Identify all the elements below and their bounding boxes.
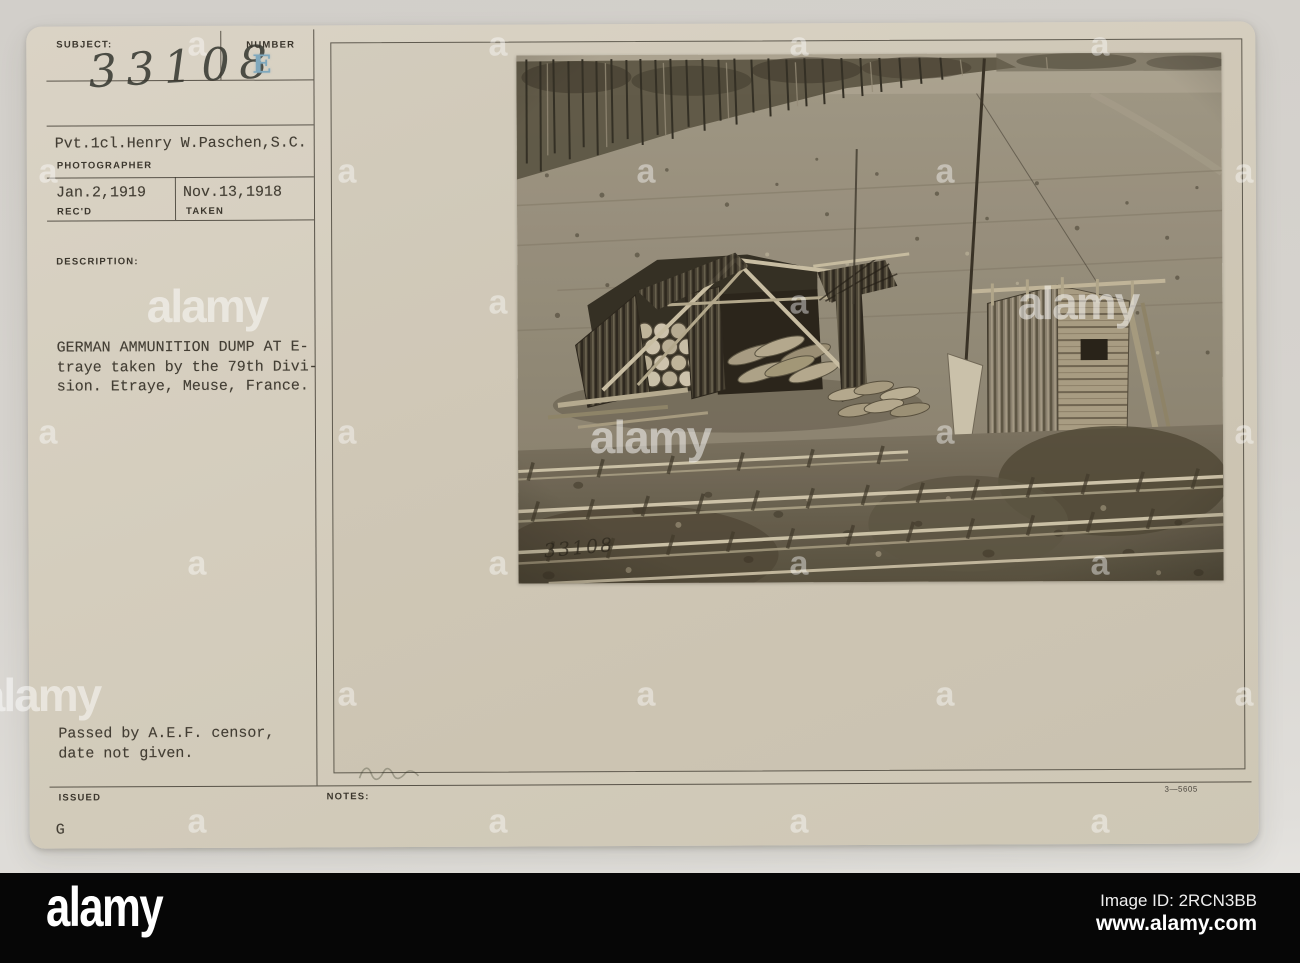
footer-bar: alamy Image ID: 2RCN3BB www.alamy.com	[0, 873, 1300, 963]
alamy-logo: alamy	[46, 875, 164, 938]
divider-line	[46, 176, 314, 179]
archive-card: SUBJECT: 33108 NUMBER E Pvt.1cl.Henry W.…	[26, 21, 1259, 849]
scanned-archive-page: { "watermark": { "brand": "alamy", "lett…	[0, 0, 1300, 963]
number-stamp: E	[252, 49, 272, 79]
divider-line	[174, 177, 177, 221]
image-id: Image ID: 2RCN3BB	[1100, 891, 1257, 910]
description-label: DESCRIPTION:	[56, 256, 139, 268]
photographer-name: Pvt.1cl.Henry W.Paschen,S.C.	[54, 134, 307, 153]
photographer-label: PHOTOGRAPHER	[56, 160, 153, 172]
taken-date: Nov.13,1918	[182, 183, 283, 202]
issued-value: G	[55, 821, 65, 839]
censor-line: date not given.	[58, 744, 194, 763]
received-date: Jan.2,1919	[55, 184, 146, 202]
divider-line	[46, 124, 314, 127]
censor-line: Passed by A.E.F. censor,	[58, 724, 275, 743]
description-line: traye taken by the 79th Divi-	[56, 357, 318, 377]
divider-line	[49, 781, 1252, 788]
taken-label: TAKEN	[185, 205, 225, 217]
description-text: GERMAN AMMUNITION DUMP AT E- traye taken…	[57, 337, 318, 397]
received-label: REC'D	[56, 206, 93, 218]
photo: 33108	[516, 52, 1224, 584]
description-line: GERMAN AMMUNITION DUMP AT E-	[56, 338, 309, 357]
issued-label: ISSUED	[58, 792, 102, 804]
description-line: sion. Etraye, Meuse, France.	[56, 377, 309, 396]
divider-line	[220, 30, 222, 80]
divider-line	[47, 219, 315, 222]
alamy-url: www.alamy.com	[1095, 912, 1257, 935]
notes-label: NOTES:	[326, 791, 370, 803]
censor-note: Passed by A.E.F. censor, date not given.	[58, 724, 274, 764]
print-code: 3—5605	[1164, 784, 1198, 794]
divider-line	[313, 29, 318, 786]
